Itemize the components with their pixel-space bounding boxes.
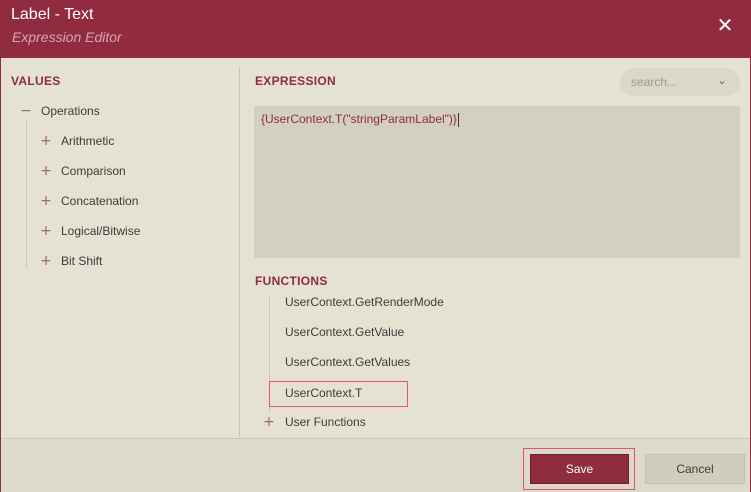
tree-item-bit-shift[interactable]: Bit Shift (61, 252, 102, 270)
expression-text[interactable]: {UserContext.T("stringParamLabel")} (261, 112, 459, 127)
text-caret (457, 112, 459, 127)
function-item-getvalue[interactable]: UserContext.GetValue (285, 323, 404, 341)
expand-icon[interactable]: + (263, 415, 275, 429)
function-item-t[interactable]: UserContext.T (285, 384, 362, 402)
function-item-getrendermode[interactable]: UserContext.GetRenderMode (285, 293, 444, 311)
cancel-button[interactable]: Cancel (645, 454, 745, 484)
tree-connector (26, 120, 27, 268)
tree-item-concatenation[interactable]: Concatenation (61, 192, 138, 210)
function-group-user-functions[interactable]: User Functions (285, 413, 366, 431)
expression-editor-dialog: Label - Text Expression Editor ✕ VALUES … (0, 0, 751, 492)
functions-heading: FUNCTIONS (255, 274, 328, 288)
expression-editor[interactable]: {UserContext.T("stringParamLabel")} (254, 106, 740, 258)
chevron-down-icon[interactable]: ⌄ (715, 74, 729, 88)
expand-icon[interactable]: + (40, 224, 52, 238)
function-item-getvalues[interactable]: UserContext.GetValues (285, 353, 410, 371)
close-icon[interactable]: ✕ (715, 15, 735, 35)
collapse-icon[interactable]: − (20, 104, 32, 118)
dialog-title: Label - Text (11, 6, 94, 23)
expression-heading: EXPRESSION (255, 74, 337, 88)
panel-divider (239, 67, 240, 437)
save-button[interactable]: Save (530, 454, 629, 484)
expand-icon[interactable]: + (40, 254, 52, 268)
dialog-footer (1, 438, 750, 492)
tree-item-comparison[interactable]: Comparison (61, 162, 126, 180)
tree-item-arithmetic[interactable]: Arithmetic (61, 132, 114, 150)
dialog-titlebar: Label - Text Expression Editor ✕ (1, 1, 750, 58)
expand-icon[interactable]: + (40, 164, 52, 178)
dialog-subtitle: Expression Editor (12, 29, 122, 45)
tree-item-operations[interactable]: Operations (41, 102, 100, 120)
expand-icon[interactable]: + (40, 134, 52, 148)
expand-icon[interactable]: + (40, 194, 52, 208)
values-heading: VALUES (11, 74, 61, 88)
tree-item-logical-bitwise[interactable]: Logical/Bitwise (61, 222, 140, 240)
